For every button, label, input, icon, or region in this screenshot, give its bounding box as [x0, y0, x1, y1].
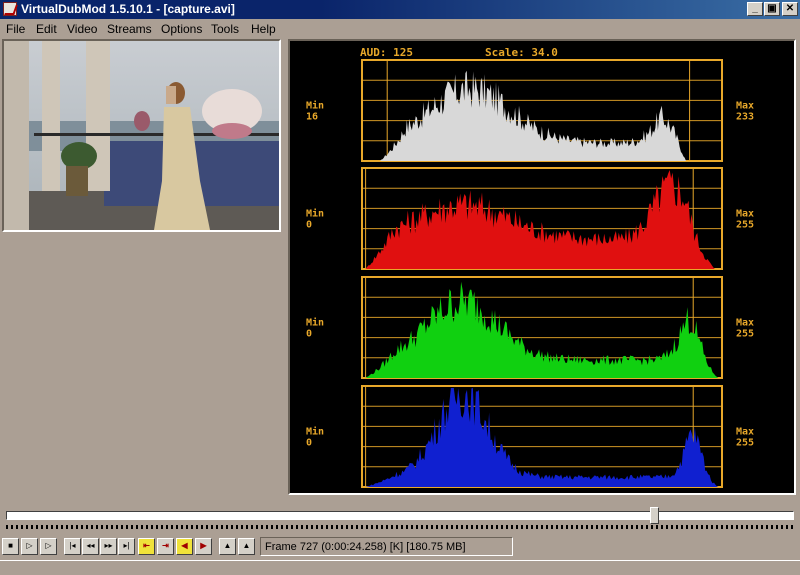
menu-video[interactable]: Video: [67, 22, 97, 36]
max-label: Max: [736, 427, 754, 438]
app-icon[interactable]: [3, 2, 17, 16]
min-label: Min: [306, 100, 324, 112]
mark-out-button[interactable]: ▲: [238, 538, 255, 555]
menu-streams[interactable]: Streams: [107, 22, 152, 36]
step-back-button[interactable]: ◂◂: [82, 538, 99, 555]
histogram-green: Min0 Max255: [306, 276, 754, 379]
scene-back-button[interactable]: ◀: [176, 538, 193, 555]
min-label: Min: [306, 317, 324, 329]
min-value: 0: [306, 438, 312, 449]
go-start-button[interactable]: |◂: [64, 538, 81, 555]
histogram-panel: AUD: 125 Scale: 34.0 Min 16 Max 233 Min 0 Max 2…: [288, 39, 796, 495]
go-end-button[interactable]: ▸|: [118, 538, 135, 555]
histogram-bars-blue: [365, 388, 719, 487]
video-frame-image: [4, 41, 279, 230]
menu-edit[interactable]: Edit: [36, 22, 57, 36]
scene-forward-button[interactable]: ▶: [195, 538, 212, 555]
min-value: 0: [306, 329, 312, 340]
histogram-bars-red: [365, 170, 715, 269]
position-ticks: [6, 525, 794, 529]
histogram-luma: Min16 Max233: [306, 59, 754, 162]
min-value: 16: [306, 112, 318, 123]
menu-file[interactable]: File: [6, 22, 25, 36]
menu-tools[interactable]: Tools: [211, 22, 239, 36]
max-label: Max: [736, 318, 754, 329]
restore-button[interactable]: ▣: [764, 2, 780, 16]
histogram-bars-green: [365, 281, 719, 378]
position-slider-thumb[interactable]: [649, 507, 659, 524]
histogram-display: AUD: 125 Scale: 34.0 Min16Max233Min0Max2…: [306, 46, 754, 488]
max-value: 233: [736, 112, 754, 123]
next-keyframe-button[interactable]: ⇥: [157, 538, 174, 555]
minimize-button[interactable]: _: [747, 2, 763, 16]
histogram-bars-luma: [380, 70, 686, 161]
menu-help[interactable]: Help: [251, 22, 276, 36]
window-title: VirtualDubMod 1.5.10.1 - [capture.avi]: [21, 2, 235, 16]
min-value: 0: [306, 220, 312, 231]
max-value: 255: [736, 438, 754, 449]
max-label: Max: [736, 101, 754, 112]
frame-info: Frame 727 (0:00:24.258) [K] [180.75 MB]: [260, 537, 513, 556]
video-preview[interactable]: [2, 39, 281, 232]
prev-keyframe-button[interactable]: ⇤: [138, 538, 155, 555]
play-input-button[interactable]: ▷: [21, 538, 38, 555]
histogram-red: Min0 Max255: [306, 167, 754, 270]
aud-readout: AUD: 125: [360, 46, 413, 59]
menu-bar: File Edit Video Streams Options Tools He…: [0, 19, 800, 38]
menu-options[interactable]: Options: [161, 22, 202, 36]
close-button[interactable]: ✕: [782, 2, 798, 16]
max-label: Max: [736, 209, 754, 220]
status-bar: [0, 560, 800, 575]
stop-button[interactable]: ■: [2, 538, 19, 555]
scale-readout: Scale: 34.0: [485, 46, 558, 59]
position-slider-track[interactable]: [6, 511, 794, 520]
step-forward-button[interactable]: ▸▸: [100, 538, 117, 555]
max-value: 255: [736, 220, 754, 231]
histogram-blue: Min0 Max255: [306, 385, 754, 488]
max-value: 255: [736, 329, 754, 340]
mark-in-button[interactable]: ▲: [219, 538, 236, 555]
min-label: Min: [306, 426, 324, 438]
title-bar: VirtualDubMod 1.5.10.1 - [capture.avi] _…: [0, 0, 800, 19]
min-label: Min: [306, 208, 324, 220]
play-output-button[interactable]: ▷: [40, 538, 57, 555]
